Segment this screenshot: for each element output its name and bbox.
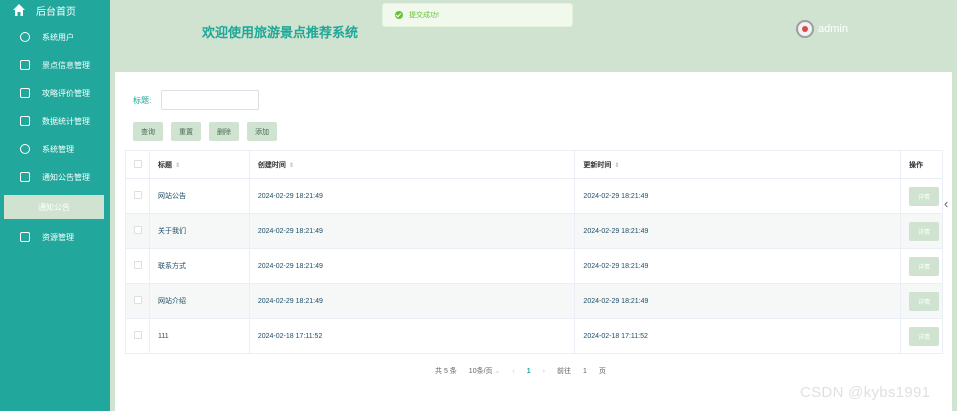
table-header-row: 标题 ⇕ 创建时间 ⇕ 更新时间 ⇕ 操作 xyxy=(125,150,944,179)
goto-label: 前往 xyxy=(556,368,571,375)
delete-button[interactable]: 删除 xyxy=(209,122,239,141)
sidebar-item-reviews[interactable]: 攻略评价管理 xyxy=(0,79,110,107)
table-row: 关于我们 2024-02-29 18:21:49 2024-02-29 18:2… xyxy=(125,213,944,249)
sidebar-item-statistics[interactable]: 数据统计管理 xyxy=(0,107,110,135)
page-size-select[interactable]: 10条/页 ⌄ xyxy=(469,366,501,376)
table-row: 网站介绍 2024-02-29 18:21:49 2024-02-29 18:2… xyxy=(125,283,944,319)
detail-button[interactable]: 详情 xyxy=(908,186,939,206)
pagination: 共 5 条 10条/页 ⌄ ‹ 1 › 前往 1 页 xyxy=(435,366,618,376)
header-select xyxy=(125,150,150,179)
cell-updated: 2024-02-29 18:21:49 xyxy=(574,283,901,319)
message-icon xyxy=(20,88,30,98)
add-button[interactable]: 添加 xyxy=(247,122,277,141)
sidebar-subitem-label: 通知公告 xyxy=(38,202,70,212)
toast-message: 提交成功! xyxy=(409,12,439,19)
cloud-icon xyxy=(20,144,30,154)
sidebar-home[interactable]: 后台首页 xyxy=(0,0,110,20)
search-row: 标题: xyxy=(133,90,260,110)
table-row: 网站公告 2024-02-29 18:21:49 2024-02-29 18:2… xyxy=(125,178,944,214)
download-icon xyxy=(20,232,30,242)
goto-input[interactable]: 1 xyxy=(583,368,587,375)
query-button[interactable]: 查询 xyxy=(133,122,163,141)
row-checkbox[interactable] xyxy=(134,296,142,304)
header-title[interactable]: 标题 ⇕ xyxy=(148,150,250,179)
next-page-icon[interactable]: › xyxy=(543,368,545,375)
row-checkbox[interactable] xyxy=(134,261,142,269)
main-content: 标题: 查询 重置 删除 添加 标题 ⇕ 创建时间 ⇕ 更新时间 ⇕ 操作 网站… xyxy=(115,72,952,411)
row-checkbox[interactable] xyxy=(134,191,142,199)
sidebar-item-notices[interactable]: 通知公告管理 xyxy=(0,163,110,191)
edit-icon xyxy=(20,116,30,126)
username: admin xyxy=(818,23,848,35)
sort-icon[interactable]: ⇕ xyxy=(614,163,619,169)
sidebar: 后台首页 系统用户 景点信息管理 攻略评价管理 数据统计管理 系统管理 通知公告… xyxy=(0,0,110,411)
sort-icon[interactable]: ⇕ xyxy=(289,163,294,169)
cell-created: 2024-02-29 18:21:49 xyxy=(248,283,576,319)
page-unit-label: 页 xyxy=(598,368,606,375)
cloud-icon xyxy=(20,32,30,42)
sidebar-item-label: 攻略评价管理 xyxy=(42,88,90,98)
cell-title: 联系方式 xyxy=(148,248,250,284)
sidebar-item-attractions[interactable]: 景点信息管理 xyxy=(0,51,110,79)
chevron-down-icon: ⌄ xyxy=(494,368,501,375)
cell-title: 关于我们 xyxy=(148,213,250,249)
header-created[interactable]: 创建时间 ⇕ xyxy=(248,150,576,179)
sidebar-item-system[interactable]: 系统管理 xyxy=(0,135,110,163)
table-row: 111 2024-02-18 17:11:52 2024-02-18 17:11… xyxy=(125,318,944,354)
cell-title: 111 xyxy=(148,318,250,354)
cell-title: 网站介绍 xyxy=(148,283,250,319)
cell-created: 2024-02-29 18:21:49 xyxy=(248,213,576,249)
search-label: 标题: xyxy=(133,95,152,105)
row-checkbox[interactable] xyxy=(134,226,142,234)
sidebar-item-users[interactable]: 系统用户 xyxy=(0,23,110,51)
sidebar-item-label: 资源管理 xyxy=(42,232,74,242)
page-number-current[interactable]: 1 xyxy=(527,368,531,375)
sidebar-item-label: 系统用户 xyxy=(42,32,74,42)
cell-updated: 2024-02-29 18:21:49 xyxy=(574,248,901,284)
sidebar-item-label: 系统管理 xyxy=(42,144,74,154)
detail-button[interactable]: 详情 xyxy=(908,326,939,346)
success-toast: 提交成功! xyxy=(382,3,573,27)
sidebar-home-label: 后台首页 xyxy=(36,6,76,18)
cell-updated: 2024-02-29 18:21:49 xyxy=(574,213,901,249)
home-icon xyxy=(13,4,25,16)
message-icon xyxy=(20,172,30,182)
user-menu[interactable]: admin xyxy=(796,20,848,38)
table-row: 联系方式 2024-02-29 18:21:49 2024-02-29 18:2… xyxy=(125,248,944,284)
sidebar-item-resources[interactable]: 资源管理 xyxy=(0,223,110,251)
cell-updated: 2024-02-18 17:11:52 xyxy=(574,318,901,354)
header-updated[interactable]: 更新时间 ⇕ xyxy=(574,150,901,179)
header-ops: 操作 xyxy=(899,150,944,179)
reset-button[interactable]: 重置 xyxy=(171,122,201,141)
toolbar: 查询 重置 删除 添加 xyxy=(133,122,285,141)
watermark: CSDN @kybs1991 xyxy=(800,384,931,401)
cell-updated: 2024-02-29 18:21:49 xyxy=(574,178,901,214)
pagination-total: 共 5 条 xyxy=(435,368,457,375)
cell-title: 网站公告 xyxy=(148,178,250,214)
cell-created: 2024-02-29 18:21:49 xyxy=(248,178,576,214)
sidebar-item-label: 景点信息管理 xyxy=(42,60,90,70)
check-circle-icon xyxy=(395,11,403,19)
cell-created: 2024-02-18 17:11:52 xyxy=(248,318,576,354)
search-input[interactable] xyxy=(161,90,260,110)
detail-button[interactable]: 详情 xyxy=(908,221,939,241)
edit-icon xyxy=(20,60,30,70)
detail-button[interactable]: 详情 xyxy=(908,256,939,276)
sidebar-subitem-notice[interactable]: 通知公告 xyxy=(4,195,104,219)
select-all-checkbox[interactable] xyxy=(134,159,142,168)
avatar xyxy=(796,20,814,38)
sidebar-item-label: 通知公告管理 xyxy=(42,172,90,182)
cell-created: 2024-02-29 18:21:49 xyxy=(248,248,576,284)
row-checkbox[interactable] xyxy=(134,331,142,339)
detail-button[interactable]: 详情 xyxy=(908,291,939,311)
prev-page-icon[interactable]: ‹ xyxy=(512,368,514,375)
sidebar-item-label: 数据统计管理 xyxy=(42,116,90,126)
sort-icon[interactable]: ⇕ xyxy=(175,163,180,169)
chevron-left-icon[interactable]: ‹ xyxy=(944,196,948,211)
page-title: 欢迎使用旅游景点推荐系统 xyxy=(202,25,359,40)
data-table: 标题 ⇕ 创建时间 ⇕ 更新时间 ⇕ 操作 网站公告 2024-02-29 18:21… xyxy=(125,150,944,354)
